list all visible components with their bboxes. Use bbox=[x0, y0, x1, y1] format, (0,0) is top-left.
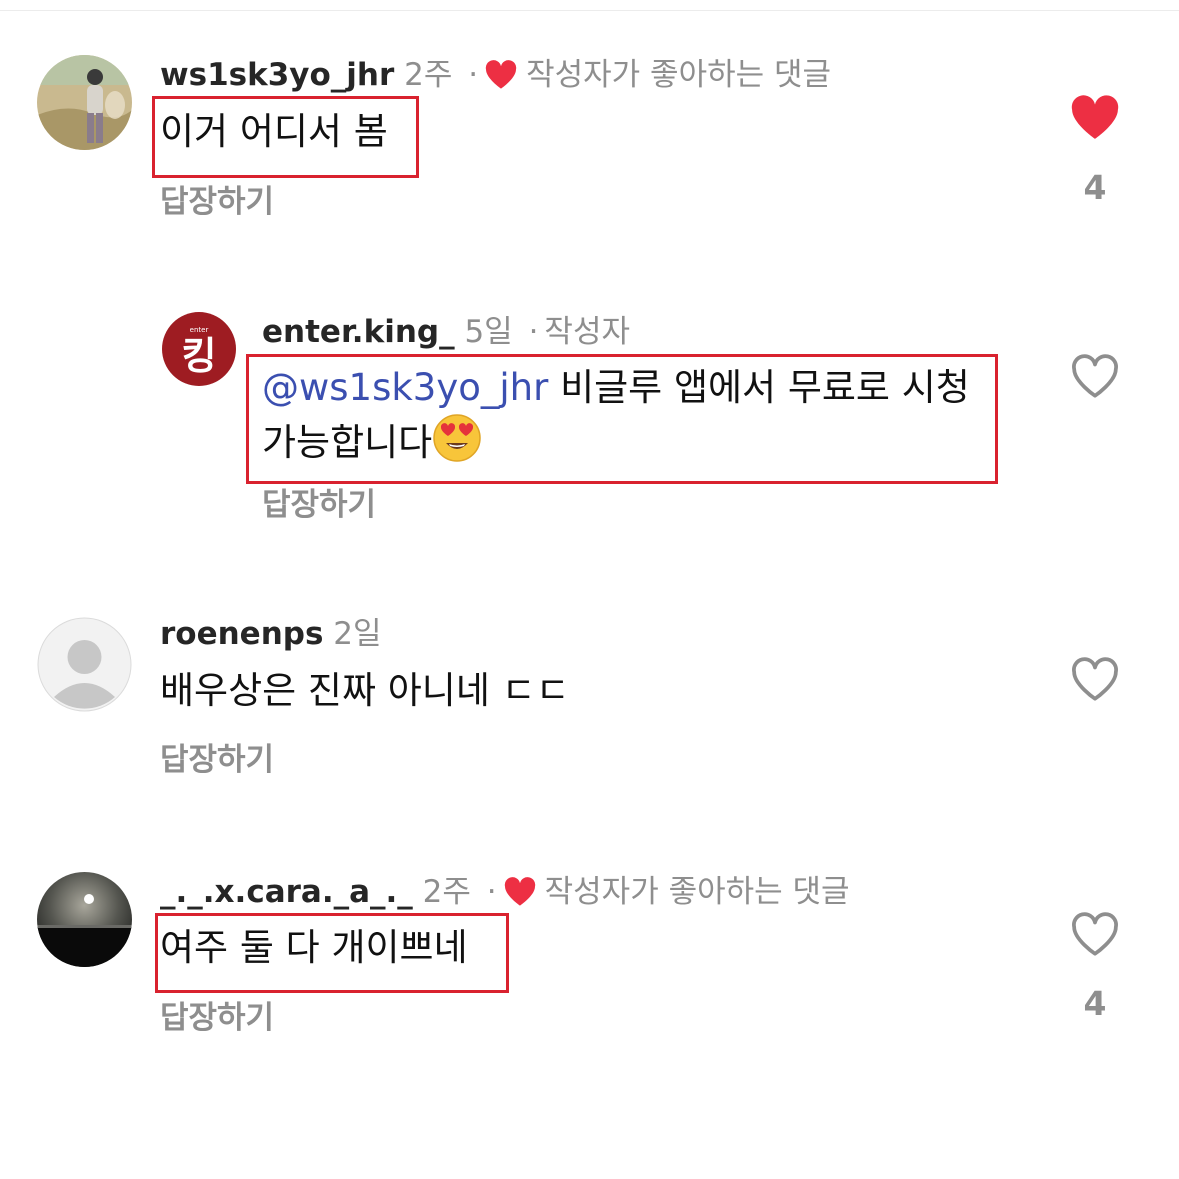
heart-outline-icon bbox=[1072, 657, 1118, 701]
username[interactable]: enter.king_ bbox=[262, 314, 455, 350]
like-button[interactable] bbox=[1070, 912, 1120, 958]
author-badge: 작성자 bbox=[544, 314, 630, 350]
comment-time: 2일 bbox=[333, 616, 382, 652]
meta-separator: · bbox=[468, 57, 479, 93]
avatar[interactable] bbox=[37, 872, 132, 967]
creator-liked-label: 작성자가 좋아하는 댓글 bbox=[526, 57, 832, 93]
top-divider bbox=[0, 10, 1179, 11]
default-avatar-icon bbox=[37, 617, 132, 712]
avatar[interactable]: enter 킹 bbox=[162, 312, 236, 386]
reply-button[interactable]: 답장하기 bbox=[262, 485, 376, 525]
comments-screen: ws1sk3yo_jhr 2주 · 작성자가 좋아하는 댓글 이거 어디서 봄 답… bbox=[0, 0, 1179, 1179]
creator-liked-heart-icon bbox=[484, 60, 518, 90]
heart-filled-icon bbox=[1071, 95, 1119, 139]
comment-text: 여주 둘 다 개이쁘네 bbox=[160, 926, 468, 969]
mention-link[interactable]: @ws1sk3yo_jhr bbox=[262, 366, 548, 409]
heart-eyes-emoji-icon bbox=[432, 413, 482, 463]
comment-meta: enter.king_ 5일 · 작성자 bbox=[262, 312, 630, 352]
heart-outline-icon bbox=[1072, 354, 1118, 398]
avatar-small-text: enter bbox=[190, 326, 209, 334]
avatar[interactable] bbox=[37, 617, 132, 712]
reply-button[interactable]: 답장하기 bbox=[160, 998, 274, 1038]
heart-outline-icon bbox=[1072, 912, 1118, 956]
comment-text: 배우상은 진짜 아니네 ㄷㄷ bbox=[160, 669, 570, 712]
avatar[interactable] bbox=[37, 55, 132, 150]
username[interactable]: ws1sk3yo_jhr bbox=[160, 57, 394, 93]
creator-liked-label: 작성자가 좋아하는 댓글 bbox=[544, 874, 850, 910]
comment-time: 5일 bbox=[464, 314, 513, 350]
comment-text: 이거 어디서 봄 bbox=[160, 110, 388, 153]
comment-text: @ws1sk3yo_jhr 비글루 앱에서 무료로 시청 가능합니다 bbox=[262, 363, 987, 468]
reply-button[interactable]: 답장하기 bbox=[160, 182, 274, 222]
comment-meta: _._.x.cara._a_._ 2주 · 작성자가 좋아하는 댓글 bbox=[160, 872, 850, 912]
like-button[interactable] bbox=[1070, 657, 1120, 703]
like-count: 4 bbox=[1083, 168, 1107, 207]
username[interactable]: roenenps bbox=[160, 616, 323, 652]
meta-separator: · bbox=[528, 314, 539, 350]
comment-meta: ws1sk3yo_jhr 2주 · 작성자가 좋아하는 댓글 bbox=[160, 55, 831, 95]
like-button[interactable] bbox=[1070, 354, 1120, 400]
comment-time: 2주 bbox=[404, 57, 453, 93]
reply-button[interactable]: 답장하기 bbox=[160, 740, 274, 780]
avatar-text: 킹 bbox=[182, 334, 217, 378]
comment-time: 2주 bbox=[422, 874, 471, 910]
comment-meta: roenenps 2일 bbox=[160, 614, 382, 654]
creator-liked-heart-icon bbox=[503, 877, 537, 907]
meta-separator: · bbox=[486, 874, 497, 910]
like-count: 4 bbox=[1083, 984, 1107, 1023]
username[interactable]: _._.x.cara._a_._ bbox=[160, 874, 413, 910]
like-button[interactable] bbox=[1070, 95, 1120, 141]
